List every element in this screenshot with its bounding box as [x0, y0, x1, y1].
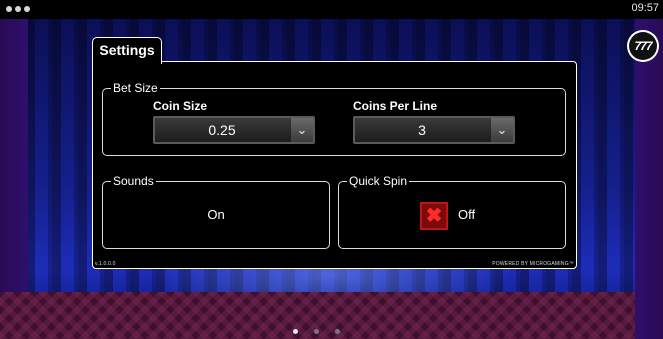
quick-spin-state: Off: [458, 207, 476, 222]
quick-spin-toggle[interactable]: ✖: [420, 202, 448, 230]
sounds-state[interactable]: On: [103, 207, 329, 222]
logo-text: 777: [629, 32, 657, 60]
device-status-bar: 09:57: [0, 0, 663, 19]
quick-spin-group[interactable]: Quick Spin ✖ Off: [338, 173, 566, 249]
game-logo-777[interactable]: 777: [627, 30, 659, 62]
coin-size-value: 0.25: [208, 122, 236, 138]
bet-size-legend: Bet Size: [111, 80, 160, 96]
close-x-icon: ✖: [425, 205, 443, 227]
settings-panel: Bet Size Coin Size 0.25 ⌄ Coins Per Line…: [92, 61, 577, 269]
bet-size-group: Bet Size Coin Size 0.25 ⌄ Coins Per Line…: [102, 80, 566, 156]
page-dot-1[interactable]: [293, 329, 298, 334]
quick-spin-legend: Quick Spin: [347, 173, 410, 189]
coins-per-line-label: Coins Per Line: [353, 99, 438, 113]
version-text: v.1.0.0.0: [95, 261, 116, 267]
chevron-down-icon[interactable]: ⌄: [291, 118, 313, 142]
pagination-dots: [293, 329, 340, 334]
coins-per-line-value: 3: [418, 122, 426, 138]
menu-dots-icon[interactable]: [6, 6, 30, 12]
page-dot-2[interactable]: [314, 329, 319, 334]
chevron-down-icon[interactable]: ⌄: [491, 118, 513, 142]
sounds-group[interactable]: Sounds On: [102, 173, 330, 249]
tab-settings[interactable]: Settings: [92, 37, 162, 64]
status-clock: 09:57: [631, 2, 659, 14]
powered-by-text: POWERED BY MICROGAMING™: [492, 261, 574, 267]
coins-per-line-dropdown[interactable]: 3 ⌄: [353, 116, 515, 144]
coin-size-dropdown[interactable]: 0.25 ⌄: [153, 116, 315, 144]
page-dot-3[interactable]: [335, 329, 340, 334]
sounds-legend: Sounds: [111, 173, 156, 189]
coin-size-label: Coin Size: [153, 99, 208, 113]
